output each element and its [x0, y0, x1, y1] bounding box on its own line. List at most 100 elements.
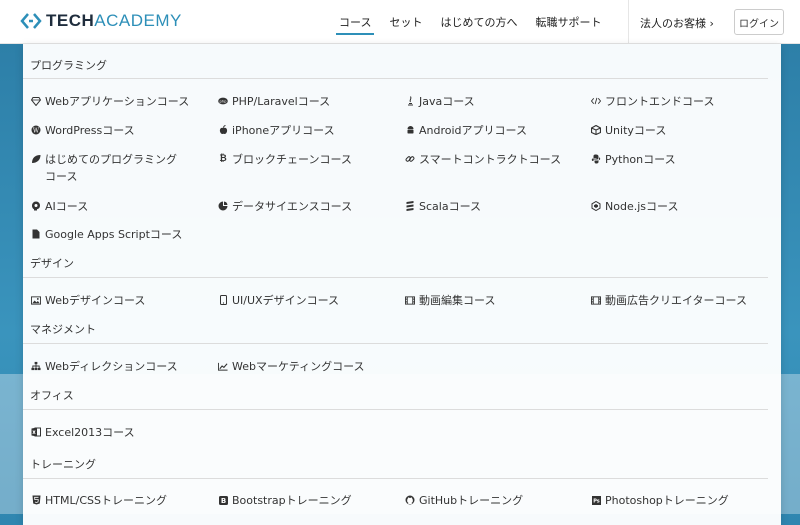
- course-label: Webデザインコース: [45, 294, 146, 307]
- python-icon: [591, 154, 601, 164]
- course-nodejs[interactable]: Node.jsコース: [591, 198, 771, 215]
- course-web-direction[interactable]: Webディレクションコース: [31, 358, 211, 375]
- nav-course[interactable]: コース: [330, 0, 380, 44]
- training-photoshop[interactable]: Ps Photoshopトレーニング: [591, 492, 771, 509]
- course-label: はじめてのプログラミングコース: [45, 153, 177, 183]
- course-label: Photoshopトレーニング: [605, 494, 729, 507]
- code-icon: [591, 96, 601, 106]
- login-button[interactable]: ログイン: [734, 9, 784, 35]
- svg-text:W: W: [33, 127, 40, 134]
- apple-icon: [218, 125, 228, 135]
- training-bootstrap[interactable]: B Bootstrapトレーニング: [218, 492, 398, 509]
- unity-icon: [591, 125, 601, 135]
- course-iphone[interactable]: iPhoneアプリコース: [218, 122, 398, 139]
- php-icon: php: [218, 96, 228, 106]
- course-label: PHP/Laravelコース: [232, 95, 331, 108]
- course-video-ad-creator[interactable]: 動画広告クリエイターコース: [591, 292, 771, 309]
- course-java[interactable]: Javaコース: [405, 93, 585, 110]
- course-web-app[interactable]: Webアプリケーションコース: [31, 93, 211, 110]
- nav-set[interactable]: セット: [380, 0, 431, 44]
- nav-career-support[interactable]: 転職サポート: [526, 0, 610, 44]
- course-label: Node.jsコース: [605, 200, 679, 213]
- photoshop-icon: Ps: [591, 495, 601, 505]
- logo[interactable]: TECHACADEMY: [20, 11, 182, 31]
- excel-icon: [31, 427, 41, 437]
- film-icon: [405, 295, 415, 305]
- course-label: データサイエンスコース: [232, 200, 353, 213]
- wordpress-icon: W: [31, 125, 41, 135]
- logo-chevron-icon: [20, 11, 42, 31]
- course-label: Androidアプリコース: [419, 124, 527, 137]
- course-label: Unityコース: [605, 124, 667, 137]
- section-divider: [23, 409, 768, 410]
- course-web-marketing[interactable]: Webマーケティングコース: [218, 358, 398, 375]
- bootstrap-icon: B: [218, 495, 228, 505]
- course-label: Scalaコース: [419, 200, 482, 213]
- course-label: GitHubトレーニング: [419, 494, 524, 507]
- svg-text:php: php: [220, 99, 228, 103]
- course-label: 動画広告クリエイターコース: [605, 294, 748, 307]
- section-divider: [23, 343, 768, 344]
- course-blockchain[interactable]: ₿ ブロックチェーンコース: [218, 151, 398, 168]
- course-video-editing[interactable]: 動画編集コース: [405, 292, 585, 309]
- section-title-office: オフィス: [30, 389, 74, 402]
- course-label: iPhoneアプリコース: [232, 124, 335, 137]
- course-php-laravel[interactable]: php PHP/Laravelコース: [218, 93, 398, 110]
- file-icon: [31, 229, 41, 239]
- leaf-icon: [31, 154, 41, 164]
- course-label: Webアプリケーションコース: [45, 95, 190, 108]
- course-label: Excel2013コース: [45, 426, 135, 439]
- ai-icon: [31, 201, 41, 211]
- course-ui-ux[interactable]: UI/UXデザインコース: [218, 292, 398, 309]
- link-icon: [405, 154, 415, 164]
- diamond-icon: [31, 96, 41, 106]
- course-label: 動画編集コース: [419, 294, 496, 307]
- course-label: Webマーケティングコース: [232, 360, 365, 373]
- course-python[interactable]: Pythonコース: [591, 151, 771, 168]
- course-frontend[interactable]: フロントエンドコース: [591, 93, 771, 110]
- course-dropdown-panel: プログラミング Webアプリケーションコース php PHP/Laravelコー…: [23, 44, 781, 525]
- svg-text:B: B: [220, 497, 225, 505]
- course-label: Javaコース: [419, 95, 475, 108]
- html5-icon: [31, 495, 41, 505]
- course-excel2013[interactable]: Excel2013コース: [31, 424, 211, 441]
- site-header: TECHACADEMY コース セット はじめての方へ 転職サポート 法人のお客…: [0, 0, 800, 44]
- logo-text: TECHACADEMY: [46, 11, 182, 31]
- training-html-css[interactable]: HTML/CSSトレーニング: [31, 492, 211, 509]
- course-label: AIコース: [45, 200, 89, 213]
- svg-text:Ps: Ps: [593, 498, 600, 504]
- nav-divider: [628, 0, 629, 44]
- course-ai[interactable]: AIコース: [31, 198, 211, 215]
- course-web-design[interactable]: Webデザインコース: [31, 292, 211, 309]
- section-title-design: デザイン: [30, 257, 74, 270]
- course-data-science[interactable]: データサイエンスコース: [218, 198, 398, 215]
- chart-pie-icon: [218, 201, 228, 211]
- course-first-programming[interactable]: はじめてのプログラミングコース: [31, 151, 179, 185]
- nav-beginners[interactable]: はじめての方へ: [431, 0, 526, 44]
- course-wordpress[interactable]: W WordPressコース: [31, 122, 211, 139]
- course-scala[interactable]: Scalaコース: [405, 198, 585, 215]
- nav-corporate[interactable]: 法人のお客様 ›: [640, 15, 714, 31]
- course-smart-contract[interactable]: スマートコントラクトコース: [405, 151, 585, 168]
- section-divider: [23, 78, 768, 79]
- course-label: Webディレクションコース: [45, 360, 178, 373]
- course-label: ブロックチェーンコース: [232, 153, 352, 166]
- android-icon: [405, 125, 415, 135]
- course-label: Bootstrapトレーニング: [232, 494, 352, 507]
- bitcoin-icon: ₿: [219, 153, 227, 164]
- java-icon: [405, 96, 415, 106]
- nodejs-icon: [591, 201, 601, 211]
- course-google-apps-script[interactable]: Google Apps Scriptコース: [31, 226, 231, 243]
- course-android[interactable]: Androidアプリコース: [405, 122, 585, 139]
- logo-text-accent: ACADEMY: [94, 11, 182, 30]
- course-label: UI/UXデザインコース: [232, 294, 340, 307]
- line-chart-icon: [218, 361, 228, 371]
- course-label: WordPressコース: [45, 124, 135, 137]
- scala-icon: [405, 201, 415, 211]
- course-unity[interactable]: Unityコース: [591, 122, 771, 139]
- course-label: HTML/CSSトレーニング: [45, 494, 167, 507]
- section-divider: [23, 478, 768, 479]
- training-github[interactable]: GitHubトレーニング: [405, 492, 585, 509]
- section-divider: [23, 277, 768, 278]
- github-icon: [405, 495, 415, 505]
